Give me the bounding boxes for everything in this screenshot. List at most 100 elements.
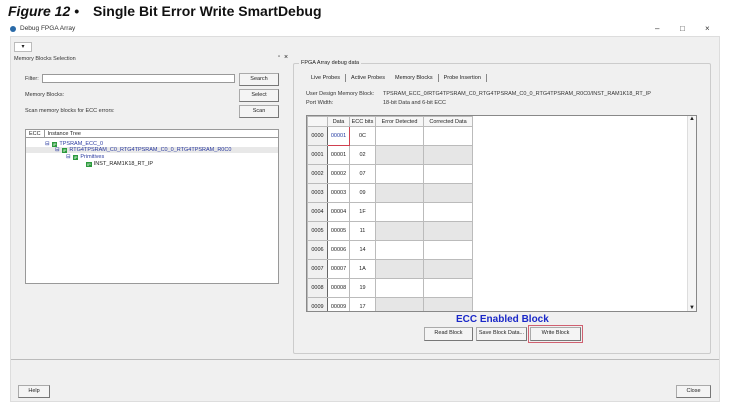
column-header bbox=[307, 116, 328, 127]
data-cell[interactable]: 00005 bbox=[327, 221, 350, 241]
error-detected-cell bbox=[375, 259, 424, 279]
data-cell[interactable]: 00009 bbox=[327, 297, 350, 311]
search-button[interactable]: Search bbox=[239, 73, 279, 86]
memory-table: Data ECC bits Error Detected Corrected Data… bbox=[306, 115, 697, 312]
table-row: 0006 00006 14 bbox=[307, 240, 473, 260]
error-detected-cell bbox=[375, 202, 424, 222]
tab-probe-insertion[interactable]: Probe Insertion bbox=[439, 74, 487, 82]
address-cell: 0001 bbox=[307, 145, 328, 165]
memory-blocks-panel: Memory Blocks Selection ▫ × Filter: Sear… bbox=[14, 54, 288, 354]
data-cell[interactable]: 00008 bbox=[327, 278, 350, 298]
ecc-bits-cell[interactable]: 19 bbox=[349, 278, 376, 298]
select-button[interactable]: Select bbox=[239, 89, 279, 102]
column-header: Error Detected bbox=[375, 116, 424, 127]
scroll-up-icon[interactable]: ▲ bbox=[688, 116, 696, 122]
ip-icon: IP bbox=[51, 141, 58, 147]
filter-label: Filter: bbox=[25, 76, 39, 82]
filter-input[interactable] bbox=[42, 74, 235, 83]
ecc-bits-cell[interactable]: 0C bbox=[349, 126, 376, 146]
window-title: Debug FPGA Array bbox=[20, 25, 76, 32]
corrected-data-cell bbox=[423, 202, 473, 222]
toolbar-dropdown[interactable]: ▾ bbox=[14, 42, 32, 52]
window-title-bar: Debug FPGA Array bbox=[10, 25, 75, 32]
data-cell[interactable]: 00003 bbox=[327, 183, 350, 203]
corrected-data-cell bbox=[423, 278, 473, 298]
read-block-button[interactable]: Read Block bbox=[424, 327, 473, 341]
tree-node[interactable]: ⊟ IP RTG4TPSRAM_C0_RTG4TPSRAM_C0_0_RTG4TPS… bbox=[26, 147, 278, 153]
close-panel-icon[interactable]: × bbox=[284, 54, 288, 61]
write-block-button[interactable]: Write Block bbox=[528, 325, 583, 343]
panel-title: Memory Blocks Selection bbox=[14, 56, 76, 62]
table-row: 0007 00007 1A bbox=[307, 259, 473, 279]
data-cell[interactable]: 00004 bbox=[327, 202, 350, 222]
instance-tree: ECC Instance Tree ⊟ IP TPSRAM_ECC_0 ⊟ IP RTG4… bbox=[25, 129, 279, 284]
data-cell[interactable]: 00001 bbox=[327, 126, 350, 146]
help-button[interactable]: Help bbox=[18, 385, 50, 398]
pin-icon[interactable]: ▫ bbox=[278, 54, 280, 60]
table-row: 0008 00008 19 bbox=[307, 278, 473, 298]
tab-active-probes[interactable]: Active Probes bbox=[346, 74, 390, 82]
error-detected-cell bbox=[375, 145, 424, 165]
address-cell: 0007 bbox=[307, 259, 328, 279]
column-header: Corrected Data bbox=[423, 116, 473, 127]
ecc-bits-cell[interactable]: 07 bbox=[349, 164, 376, 184]
error-detected-cell bbox=[375, 240, 424, 260]
ecc-bits-cell[interactable]: 09 bbox=[349, 183, 376, 203]
figure-caption: Figure 12 • Single Bit Error Write SmartD… bbox=[8, 3, 322, 19]
ip-icon: IP bbox=[86, 161, 92, 167]
table-row: 0003 00003 09 bbox=[307, 183, 473, 203]
error-detected-cell bbox=[375, 164, 424, 184]
ecc-bits-cell[interactable]: 02 bbox=[349, 145, 376, 165]
save-block-data-button[interactable]: Save Block Data... bbox=[476, 327, 527, 341]
app-icon bbox=[10, 25, 16, 32]
address-cell: 0009 bbox=[307, 297, 328, 311]
port-width-label: Port Width: bbox=[306, 100, 334, 106]
instance-tree-header: Instance Tree bbox=[47, 131, 81, 137]
minimize-button[interactable]: – bbox=[655, 24, 659, 33]
ip-icon: IP bbox=[61, 147, 68, 153]
ecc-bits-cell[interactable]: 1A bbox=[349, 259, 376, 279]
address-cell: 0000 bbox=[307, 126, 328, 146]
address-cell: 0008 bbox=[307, 278, 328, 298]
close-button[interactable]: Close bbox=[676, 385, 711, 398]
fpga-debug-data-panel: FPGA Array debug data Live Probes Active… bbox=[293, 60, 711, 354]
vertical-scrollbar[interactable]: ▲ ▼ bbox=[687, 116, 696, 311]
tab-live-probes[interactable]: Live Probes bbox=[306, 74, 347, 82]
ecc-bits-cell[interactable]: 11 bbox=[349, 221, 376, 241]
ecc-enabled-annotation: ECC Enabled Block bbox=[456, 314, 549, 325]
address-cell: 0002 bbox=[307, 164, 328, 184]
maximize-button[interactable]: □ bbox=[680, 24, 685, 33]
corrected-data-cell bbox=[423, 126, 473, 146]
error-detected-cell bbox=[375, 221, 424, 241]
tree-node[interactable]: IP INST_RAM1K18_RT_IP bbox=[86, 161, 153, 167]
ip-icon: IP bbox=[72, 154, 79, 160]
memory-blocks-label: Memory Blocks: bbox=[25, 92, 65, 98]
tab-memory-blocks[interactable]: Memory Blocks bbox=[390, 74, 439, 82]
corrected-data-cell bbox=[423, 297, 473, 311]
close-window-button[interactable]: × bbox=[705, 24, 710, 33]
corrected-data-cell bbox=[423, 221, 473, 241]
address-cell: 0006 bbox=[307, 240, 328, 260]
scan-button[interactable]: Scan bbox=[239, 105, 279, 118]
error-detected-cell bbox=[375, 297, 424, 311]
corrected-data-cell bbox=[423, 145, 473, 165]
error-detected-cell bbox=[375, 126, 424, 146]
data-cell[interactable]: 00001 bbox=[327, 145, 350, 165]
data-cell[interactable]: 00002 bbox=[327, 164, 350, 184]
ecc-bits-cell[interactable]: 1F bbox=[349, 202, 376, 222]
ecc-column-header: ECC bbox=[26, 130, 45, 137]
data-cell[interactable]: 00007 bbox=[327, 259, 350, 279]
memory-block-value: TPSRAM_ECC_0/RTG4TPSRAM_C0_RTG4TPSRAM_C0… bbox=[383, 91, 651, 97]
ecc-bits-cell[interactable]: 17 bbox=[349, 297, 376, 311]
table-row: 0002 00002 07 bbox=[307, 164, 473, 184]
corrected-data-cell bbox=[423, 183, 473, 203]
error-detected-cell bbox=[375, 278, 424, 298]
memory-block-label: User Design Memory Block: bbox=[306, 91, 375, 97]
address-cell: 0005 bbox=[307, 221, 328, 241]
data-cell[interactable]: 00006 bbox=[327, 240, 350, 260]
ecc-bits-cell[interactable]: 14 bbox=[349, 240, 376, 260]
scroll-down-icon[interactable]: ▼ bbox=[688, 305, 696, 311]
figure-title: Single Bit Error Write SmartDebug bbox=[93, 3, 322, 19]
table-row: 0005 00005 11 bbox=[307, 221, 473, 241]
tree-node[interactable]: ⊟ IP Primitives bbox=[66, 154, 104, 160]
